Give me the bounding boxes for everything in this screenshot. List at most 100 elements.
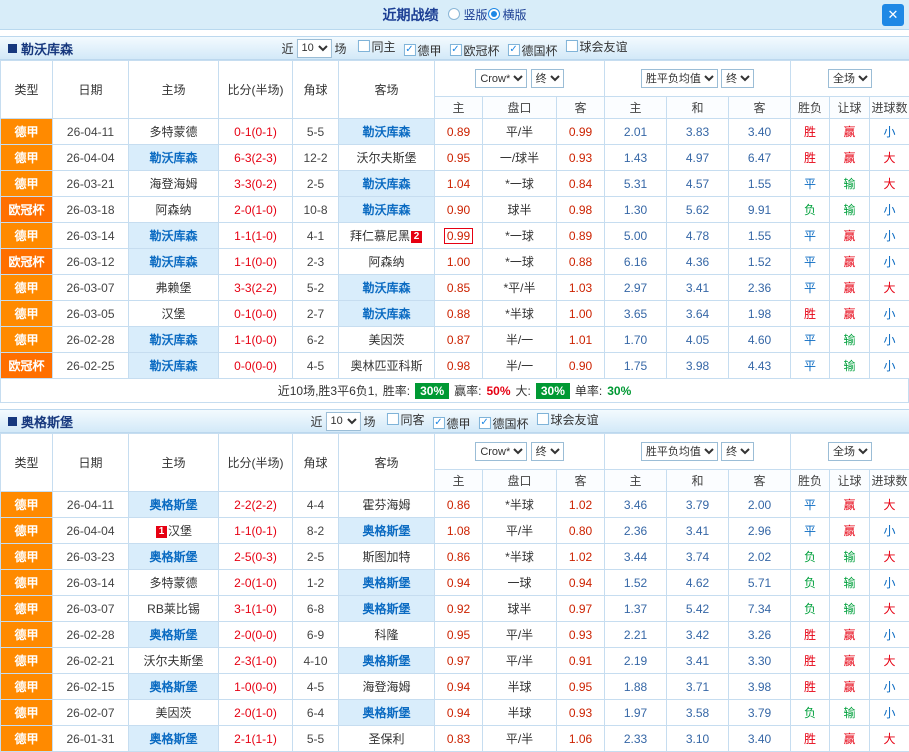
corners: 2-7 bbox=[293, 301, 339, 327]
away-team[interactable]: 沃尔夫斯堡 bbox=[339, 145, 435, 171]
away-team[interactable]: 科隆 bbox=[339, 622, 435, 648]
home-team[interactable]: 1汉堡 bbox=[129, 518, 219, 544]
home-team[interactable]: RB莱比锡 bbox=[129, 596, 219, 622]
away-team[interactable]: 奥林匹亚科斯 bbox=[339, 353, 435, 379]
odds-time-select[interactable]: 终 bbox=[531, 69, 564, 88]
avg-win-odds: 5.00 bbox=[605, 223, 667, 249]
bookmaker-select[interactable]: Crow* bbox=[475, 442, 527, 461]
radio-icon[interactable] bbox=[448, 8, 460, 20]
match-row: 欧冠杯26-03-18阿森纳2-0(1-0)10-8勒沃库森0.90球半0.98… bbox=[1, 197, 909, 223]
filter-checkbox[interactable]: 球会友谊 bbox=[537, 411, 599, 428]
home-team[interactable]: 奥格斯堡 bbox=[129, 544, 219, 570]
away-team[interactable]: 拜仁慕尼黑2 bbox=[339, 223, 435, 249]
layout-radio-vertical[interactable]: 竖版 bbox=[448, 6, 487, 23]
checkbox-icon[interactable] bbox=[566, 40, 578, 52]
filter-checkbox[interactable]: 球会友谊 bbox=[566, 38, 628, 55]
checkbox-checked-icon[interactable]: ✓ bbox=[450, 44, 462, 56]
checkbox-icon[interactable] bbox=[537, 413, 549, 425]
away-team[interactable]: 奥格斯堡 bbox=[339, 648, 435, 674]
away-team[interactable]: 斯图加特 bbox=[339, 544, 435, 570]
result-wdl: 平 bbox=[791, 327, 830, 353]
match-count-select[interactable]: 10 bbox=[296, 39, 331, 58]
filter-checkbox[interactable]: ✓德国杯 bbox=[479, 415, 529, 432]
home-team[interactable]: 勒沃库森 bbox=[129, 223, 219, 249]
home-team[interactable]: 奥格斯堡 bbox=[129, 726, 219, 752]
home-team[interactable]: 多特蒙德 bbox=[129, 570, 219, 596]
radio-icon[interactable] bbox=[488, 8, 500, 20]
corners: 6-8 bbox=[293, 596, 339, 622]
home-team[interactable]: 奥格斯堡 bbox=[129, 674, 219, 700]
away-team[interactable]: 勒沃库森 bbox=[339, 301, 435, 327]
away-team[interactable]: 奥格斯堡 bbox=[339, 700, 435, 726]
filter-checkbox[interactable]: 同客 bbox=[386, 411, 424, 428]
filter-checkbox[interactable]: ✓德甲 bbox=[433, 415, 471, 432]
result-goals: 大 bbox=[870, 145, 909, 171]
avg-select[interactable]: 胜平负均值 bbox=[641, 69, 718, 88]
avg-time-select[interactable]: 终 bbox=[721, 69, 754, 88]
match-row: 德甲26-03-14多特蒙德2-0(1-0)1-2奥格斯堡0.94一球0.941… bbox=[1, 570, 909, 596]
bookmaker-select[interactable]: Crow* bbox=[475, 69, 527, 88]
away-team[interactable]: 海登海姆 bbox=[339, 674, 435, 700]
avg-select[interactable]: 胜平负均值 bbox=[641, 442, 718, 461]
checkbox-checked-icon[interactable]: ✓ bbox=[433, 417, 445, 429]
away-team[interactable]: 勒沃库森 bbox=[339, 119, 435, 145]
home-team[interactable]: 勒沃库森 bbox=[129, 249, 219, 275]
match-date: 26-03-12 bbox=[53, 249, 129, 275]
col-avg-lose: 客 bbox=[729, 97, 791, 119]
avg-lose-odds: 1.52 bbox=[729, 249, 791, 275]
league-type: 欧冠杯 bbox=[1, 249, 53, 275]
away-team[interactable]: 奥格斯堡 bbox=[339, 570, 435, 596]
away-team[interactable]: 阿森纳 bbox=[339, 249, 435, 275]
away-team[interactable]: 勒沃库森 bbox=[339, 171, 435, 197]
filter-checkbox[interactable]: ✓德国杯 bbox=[508, 42, 558, 59]
filter-checkbox[interactable]: ✓欧冠杯 bbox=[450, 42, 500, 59]
home-team[interactable]: 多特蒙德 bbox=[129, 119, 219, 145]
home-odds: 0.94 bbox=[435, 674, 483, 700]
close-button[interactable]: ✕ bbox=[882, 4, 904, 26]
filter-checkbox-group: 同客 ✓德甲 ✓德国杯球会友谊 bbox=[378, 411, 598, 432]
home-team[interactable]: 汉堡 bbox=[129, 301, 219, 327]
away-odds: 1.06 bbox=[557, 726, 605, 752]
match-count-select[interactable]: 10 bbox=[325, 412, 360, 431]
avg-win-odds: 5.31 bbox=[605, 171, 667, 197]
layout-radio-horizontal[interactable]: 横版 bbox=[488, 6, 527, 23]
checkbox-icon[interactable] bbox=[386, 413, 398, 425]
avg-draw-odds: 3.74 bbox=[667, 544, 729, 570]
odds-changed-box: 0.99 bbox=[444, 228, 473, 244]
result-wdl: 负 bbox=[791, 700, 830, 726]
odds-time-select[interactable]: 终 bbox=[531, 442, 564, 461]
home-team[interactable]: 勒沃库森 bbox=[129, 327, 219, 353]
checkbox-checked-icon[interactable]: ✓ bbox=[403, 44, 415, 56]
home-team[interactable]: 勒沃库森 bbox=[129, 145, 219, 171]
scope-select[interactable]: 全场 bbox=[828, 69, 872, 88]
match-score: 3-3(0-2) bbox=[219, 171, 293, 197]
home-team[interactable]: 沃尔夫斯堡 bbox=[129, 648, 219, 674]
away-team[interactable]: 圣保利 bbox=[339, 726, 435, 752]
away-team[interactable]: 勒沃库森 bbox=[339, 197, 435, 223]
home-team[interactable]: 奥格斯堡 bbox=[129, 622, 219, 648]
checkbox-icon[interactable] bbox=[357, 40, 369, 52]
checkbox-checked-icon[interactable]: ✓ bbox=[508, 44, 520, 56]
home-team[interactable]: 海登海姆 bbox=[129, 171, 219, 197]
handicap-line: 球半 bbox=[483, 596, 557, 622]
home-team[interactable]: 勒沃库森 bbox=[129, 353, 219, 379]
home-team[interactable]: 弗赖堡 bbox=[129, 275, 219, 301]
near-label: 近 bbox=[310, 413, 322, 430]
away-team[interactable]: 勒沃库森 bbox=[339, 275, 435, 301]
away-team[interactable]: 美因茨 bbox=[339, 327, 435, 353]
away-team[interactable]: 奥格斯堡 bbox=[339, 518, 435, 544]
scope-select[interactable]: 全场 bbox=[828, 442, 872, 461]
avg-time-select[interactable]: 终 bbox=[721, 442, 754, 461]
home-odds: 0.94 bbox=[435, 700, 483, 726]
league-type: 德甲 bbox=[1, 674, 53, 700]
away-team[interactable]: 奥格斯堡 bbox=[339, 596, 435, 622]
home-team[interactable]: 阿森纳 bbox=[129, 197, 219, 223]
home-team[interactable]: 美因茨 bbox=[129, 700, 219, 726]
result-wdl: 胜 bbox=[791, 119, 830, 145]
filter-checkbox[interactable]: ✓德甲 bbox=[403, 42, 441, 59]
home-team[interactable]: 奥格斯堡 bbox=[129, 492, 219, 518]
avg-win-odds: 2.01 bbox=[605, 119, 667, 145]
away-team[interactable]: 霍芬海姆 bbox=[339, 492, 435, 518]
filter-checkbox[interactable]: 同主 bbox=[357, 38, 395, 55]
checkbox-checked-icon[interactable]: ✓ bbox=[479, 417, 491, 429]
